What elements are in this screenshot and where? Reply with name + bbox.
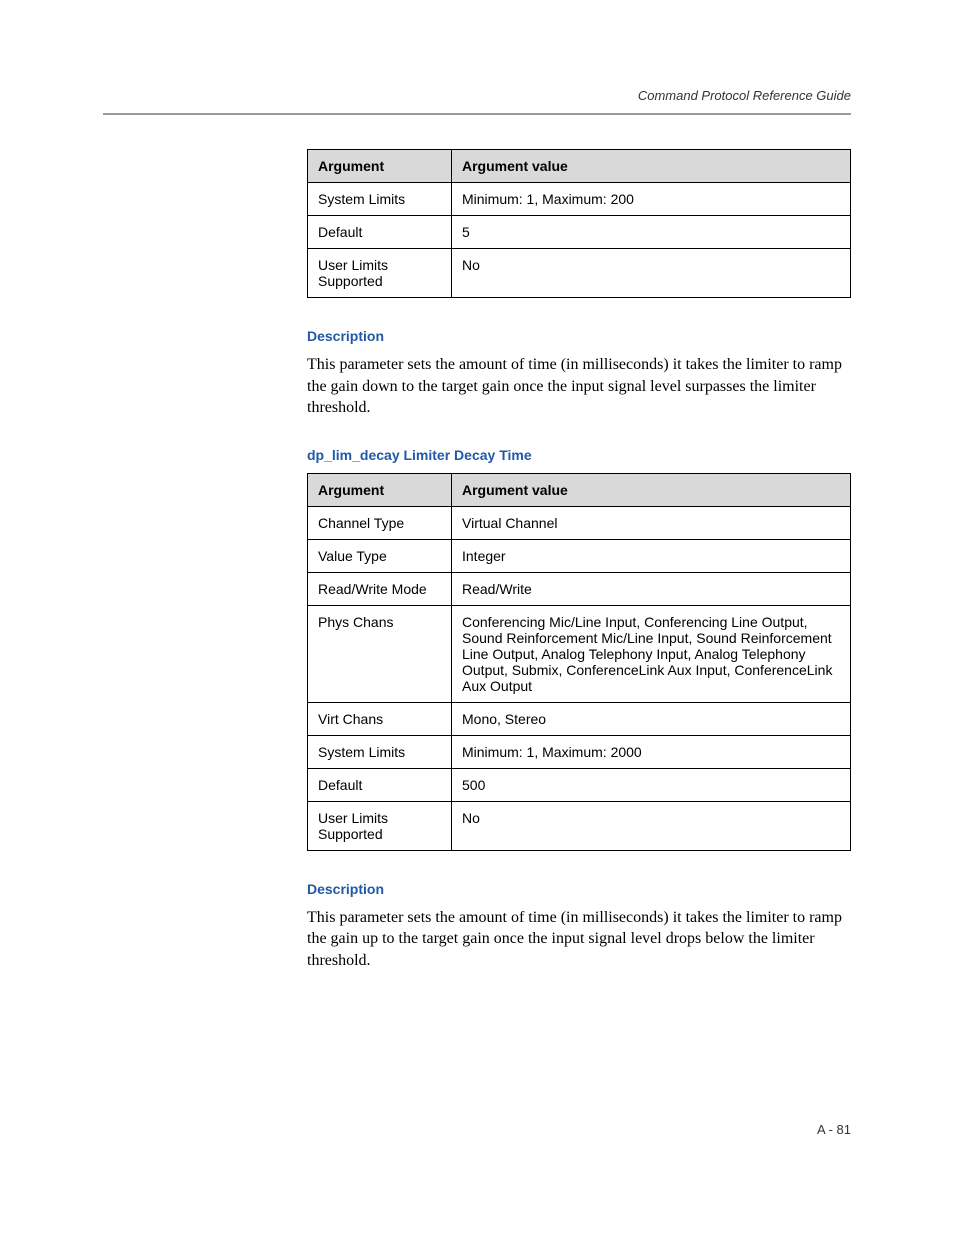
table-row: User Limits Supported No <box>308 801 851 850</box>
table-header-argument: Argument <box>308 473 452 506</box>
page-header: Command Protocol Reference Guide <box>103 88 851 103</box>
table-cell-value: No <box>452 801 851 850</box>
table-cell-argument: System Limits <box>308 735 452 768</box>
header-rule <box>103 113 851 115</box>
table-cell-argument: Phys Chans <box>308 605 452 702</box>
description-heading-1: Description <box>307 328 851 344</box>
table-cell-value: Mono, Stereo <box>452 702 851 735</box>
argument-table-2: Argument Argument value Channel Type Vir… <box>307 473 851 851</box>
table-cell-argument: Default <box>308 768 452 801</box>
table-cell-value: Minimum: 1, Maximum: 2000 <box>452 735 851 768</box>
table-cell-value: 500 <box>452 768 851 801</box>
description-heading-2: Description <box>307 881 851 897</box>
table-row: Virt Chans Mono, Stereo <box>308 702 851 735</box>
table-row: Channel Type Virtual Channel <box>308 506 851 539</box>
table-header-value: Argument value <box>452 473 851 506</box>
table-cell-value: No <box>452 249 851 298</box>
table-cell-value: Conferencing Mic/Line Input, Conferencin… <box>452 605 851 702</box>
table-header-value: Argument value <box>452 150 851 183</box>
parameter-heading: dp_lim_decay Limiter Decay Time <box>307 447 851 463</box>
table-row: Phys Chans Conferencing Mic/Line Input, … <box>308 605 851 702</box>
page-number: A - 81 <box>817 1122 851 1137</box>
table-cell-argument: System Limits <box>308 183 452 216</box>
table-cell-value: Virtual Channel <box>452 506 851 539</box>
table-cell-argument: Value Type <box>308 539 452 572</box>
description-text-1: This parameter sets the amount of time (… <box>307 354 851 419</box>
table-row: Default 5 <box>308 216 851 249</box>
table-row: System Limits Minimum: 1, Maximum: 2000 <box>308 735 851 768</box>
table-cell-value: Integer <box>452 539 851 572</box>
table-cell-argument: Read/Write Mode <box>308 572 452 605</box>
table-cell-value: 5 <box>452 216 851 249</box>
table-header-argument: Argument <box>308 150 452 183</box>
table-cell-argument: Virt Chans <box>308 702 452 735</box>
table-row: System Limits Minimum: 1, Maximum: 200 <box>308 183 851 216</box>
argument-table-1: Argument Argument value System Limits Mi… <box>307 149 851 298</box>
table-cell-value: Read/Write <box>452 572 851 605</box>
main-content: Argument Argument value System Limits Mi… <box>307 149 851 972</box>
table-row: User Limits Supported No <box>308 249 851 298</box>
table-cell-argument: Default <box>308 216 452 249</box>
table-row: Read/Write Mode Read/Write <box>308 572 851 605</box>
description-text-2: This parameter sets the amount of time (… <box>307 907 851 972</box>
table-cell-argument: User Limits Supported <box>308 801 452 850</box>
table-row: Default 500 <box>308 768 851 801</box>
table-row: Value Type Integer <box>308 539 851 572</box>
table-cell-value: Minimum: 1, Maximum: 200 <box>452 183 851 216</box>
table-cell-argument: Channel Type <box>308 506 452 539</box>
table-cell-argument: User Limits Supported <box>308 249 452 298</box>
